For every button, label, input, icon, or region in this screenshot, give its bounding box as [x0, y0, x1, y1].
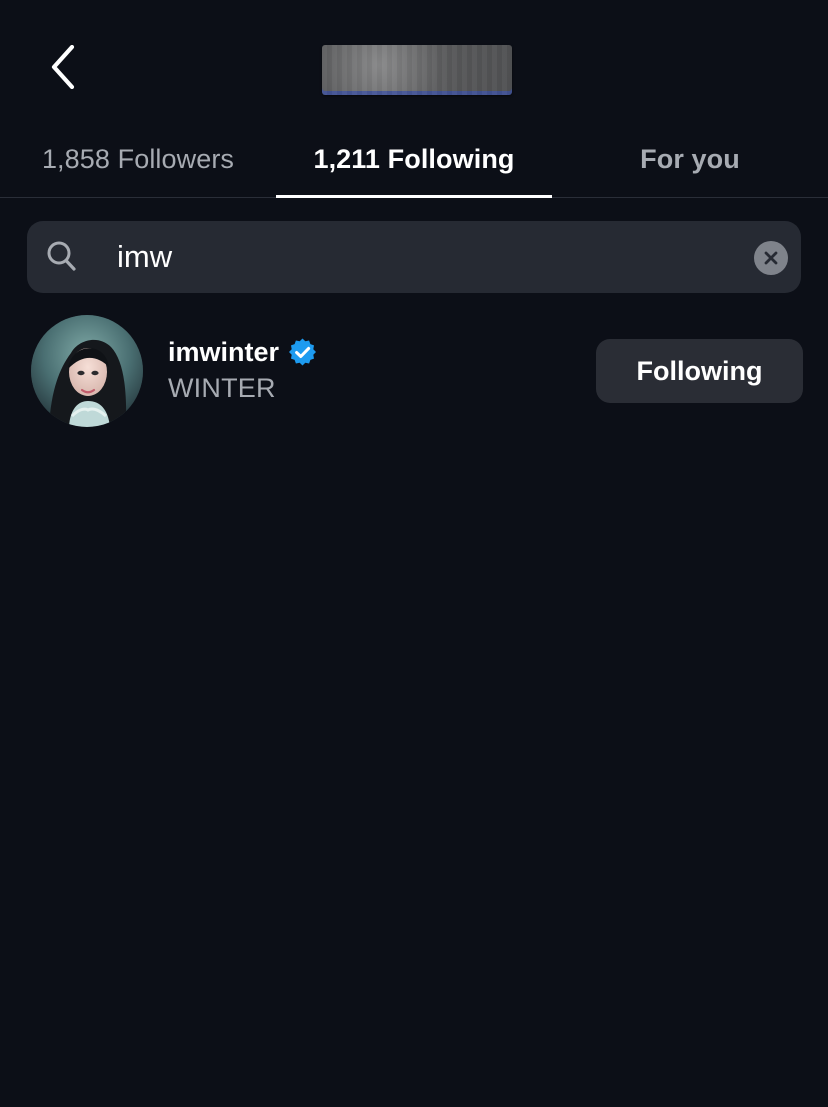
verified-icon [289, 338, 317, 365]
active-tab-indicator [276, 195, 552, 198]
tab-for-you[interactable]: For you [552, 120, 828, 198]
tab-followers[interactable]: 1,858 Followers [0, 120, 276, 198]
search-icon [47, 241, 76, 271]
chevron-left-icon [51, 45, 75, 89]
redacted-page-title [322, 45, 512, 95]
list-item[interactable]: imwinter WINTER Following [0, 312, 828, 430]
username[interactable]: imwinter [168, 337, 279, 368]
close-circle-icon[interactable] [754, 241, 788, 275]
avatar[interactable] [31, 315, 143, 427]
display-name: WINTER [168, 373, 276, 403]
tab-following[interactable]: 1,211 Following [276, 120, 552, 198]
search-input[interactable] [117, 221, 757, 293]
back-button[interactable] [40, 42, 86, 92]
header [0, 0, 828, 120]
tab-bar: 1,858 Followers 1,211 Following For you [0, 120, 828, 198]
search-bar[interactable] [27, 221, 801, 293]
following-button[interactable]: Following [596, 339, 803, 403]
username-row: imwinter [168, 333, 318, 371]
